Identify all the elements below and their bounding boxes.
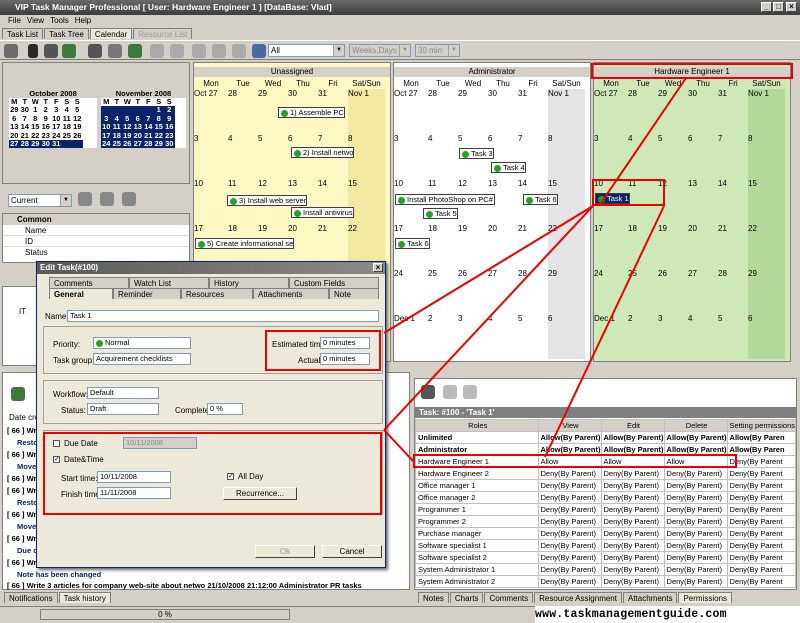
connector-perm [383,429,415,463]
connector-time [383,205,594,334]
task1-highlight [592,179,665,206]
connector-perm2 [544,205,665,458]
connector-dates [383,205,594,431]
connector-header [598,77,687,207]
engineer-header-highlight [591,63,793,79]
annotation-lines [383,63,793,468]
engineer-row-highlight [413,454,737,468]
